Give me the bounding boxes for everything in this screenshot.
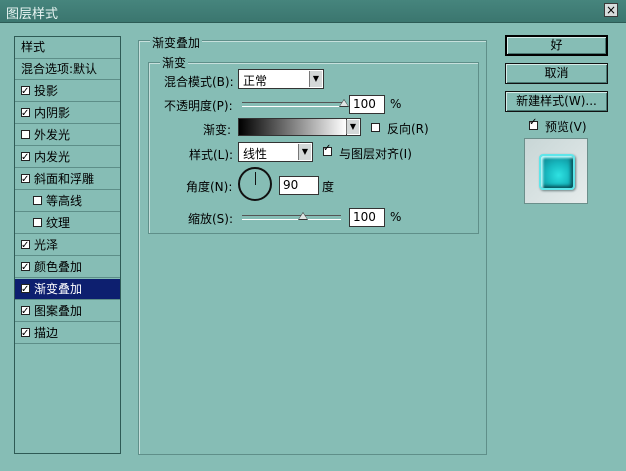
- cancel-button[interactable]: 取消: [505, 63, 608, 84]
- style-select[interactable]: 线性 ▼: [238, 142, 313, 162]
- angle-input[interactable]: 90: [279, 176, 319, 195]
- style-list-item[interactable]: 等高线: [15, 191, 120, 212]
- preview-checkbox[interactable]: [529, 117, 538, 130]
- style-item-label: 内阴影: [34, 106, 71, 120]
- style-item-label: 等高线: [46, 194, 83, 208]
- style-list-item[interactable]: 描边: [15, 323, 120, 344]
- style-item-checkbox[interactable]: [21, 302, 30, 322]
- style-list-item[interactable]: 内阴影: [15, 103, 120, 124]
- align-with-layer-checkbox[interactable]: [323, 143, 332, 156]
- gradient-preview[interactable]: [238, 118, 347, 136]
- style-value: 线性: [243, 147, 268, 161]
- preview-tile: [539, 154, 575, 190]
- style-item-checkbox[interactable]: [21, 104, 30, 124]
- style-item-checkbox[interactable]: [33, 218, 42, 227]
- new-style-button[interactable]: 新建样式(W)...: [505, 91, 608, 112]
- scale-slider-thumb[interactable]: [298, 212, 308, 220]
- opacity-unit: %: [390, 97, 402, 111]
- title-bar: 图层样式 ×: [0, 0, 626, 23]
- opacity-input[interactable]: 100: [349, 95, 385, 114]
- style-item-label: 描边: [34, 326, 59, 340]
- chevron-down-icon: ▼: [298, 144, 311, 160]
- gradient-dropdown[interactable]: ▼: [346, 118, 361, 136]
- style-list-item[interactable]: 混合选项:默认: [15, 59, 120, 80]
- blend-mode-label: 混合模式(B):: [164, 75, 234, 89]
- style-list-item[interactable]: 渐变叠加: [15, 279, 120, 300]
- style-list-item[interactable]: 斜面和浮雕: [15, 169, 120, 190]
- style-item-label: 渐变叠加: [34, 282, 83, 296]
- style-item-checkbox[interactable]: [21, 280, 30, 300]
- style-item-checkbox[interactable]: [21, 236, 30, 256]
- reverse-label: 反向(R): [387, 122, 429, 136]
- group-title: 渐变叠加: [150, 34, 203, 51]
- angle-label: 角度(N):: [186, 180, 233, 194]
- style-item-label: 光泽: [34, 238, 59, 252]
- blend-mode-value: 正常: [243, 74, 268, 88]
- style-item-label: 混合选项:默认: [21, 62, 98, 76]
- style-item-label: 内发光: [34, 150, 71, 164]
- style-item-checkbox[interactable]: [21, 324, 30, 344]
- style-list-item[interactable]: 纹理: [15, 213, 120, 234]
- chevron-down-icon: ▼: [346, 120, 359, 134]
- scale-slider-track[interactable]: [242, 215, 341, 220]
- blend-mode-select[interactable]: 正常 ▼: [238, 69, 324, 89]
- subgroup-title: 渐变: [160, 54, 189, 71]
- style-list-item[interactable]: 样式: [15, 37, 120, 59]
- style-item-checkbox[interactable]: [21, 82, 30, 102]
- opacity-label: 不透明度(P):: [164, 99, 233, 113]
- scale-unit: %: [390, 210, 402, 224]
- scale-label: 缩放(S):: [188, 212, 234, 226]
- style-item-label: 颜色叠加: [34, 260, 83, 274]
- style-item-label: 图案叠加: [34, 304, 83, 318]
- style-item-label: 斜面和浮雕: [34, 172, 95, 186]
- close-button[interactable]: ×: [604, 3, 618, 17]
- style-item-checkbox[interactable]: [21, 170, 30, 190]
- reverse-checkbox[interactable]: [371, 123, 380, 132]
- gradient-label: 渐变:: [203, 123, 232, 137]
- angle-needle: [255, 172, 256, 185]
- style-list-item[interactable]: 光泽: [15, 235, 120, 256]
- preview-label: 预览(V): [545, 120, 587, 134]
- angle-unit: 度: [322, 180, 335, 194]
- style-label: 样式(L):: [189, 148, 234, 162]
- style-list-item[interactable]: 图案叠加: [15, 301, 120, 322]
- style-item-label: 投影: [34, 84, 59, 98]
- opacity-slider-thumb[interactable]: [339, 99, 349, 107]
- align-with-layer-label: 与图层对齐(I): [339, 147, 412, 161]
- style-item-label: 外发光: [34, 128, 71, 142]
- style-item-checkbox[interactable]: [21, 130, 30, 139]
- style-item-label: 纹理: [46, 216, 71, 230]
- window-title: 图层样式: [6, 7, 59, 22]
- style-list-item[interactable]: 颜色叠加: [15, 257, 120, 278]
- style-item-label: 样式: [21, 40, 46, 54]
- style-item-checkbox[interactable]: [21, 148, 30, 168]
- style-list-item[interactable]: 内发光: [15, 147, 120, 168]
- style-item-checkbox[interactable]: [33, 196, 42, 205]
- opacity-slider-track[interactable]: [242, 102, 344, 107]
- ok-button[interactable]: 好: [505, 35, 608, 56]
- style-preview: [524, 138, 588, 204]
- style-item-checkbox[interactable]: [21, 258, 30, 278]
- style-list-item[interactable]: 外发光: [15, 125, 120, 146]
- style-list-item[interactable]: 投影: [15, 81, 120, 102]
- angle-dial[interactable]: [238, 167, 272, 201]
- chevron-down-icon: ▼: [309, 71, 322, 87]
- style-list: 样式混合选项:默认投影内阴影外发光内发光斜面和浮雕等高线纹理光泽颜色叠加渐变叠加…: [14, 36, 121, 454]
- scale-input[interactable]: 100: [349, 208, 385, 227]
